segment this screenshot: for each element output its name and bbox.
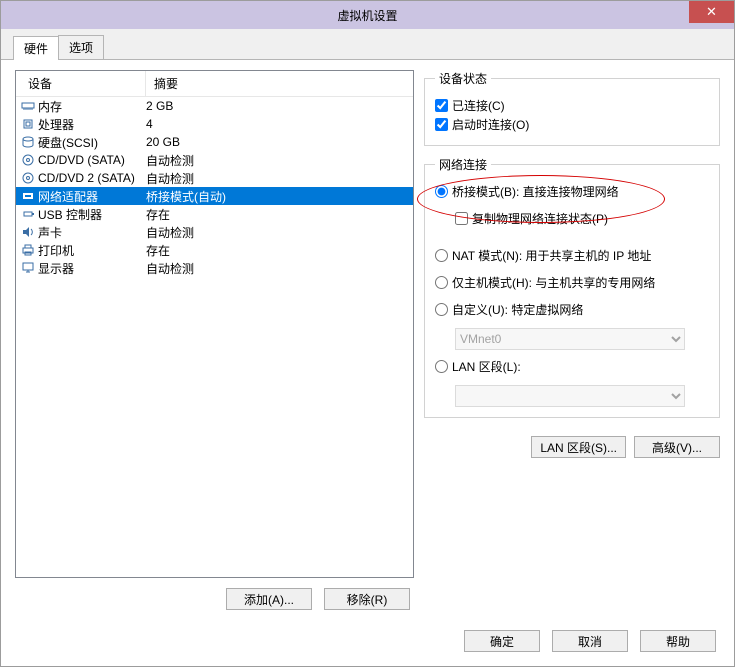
add-button[interactable]: 添加(A)... xyxy=(226,588,312,610)
device-row[interactable]: 处理器 4 xyxy=(16,115,413,133)
connect-at-poweron-checkbox[interactable] xyxy=(435,118,448,131)
device-row[interactable]: 内存 2 GB xyxy=(16,97,413,115)
custom-radio[interactable] xyxy=(435,303,448,316)
footer: 确定 取消 帮助 xyxy=(1,620,734,666)
device-summary: 20 GB xyxy=(146,135,413,149)
device-name: 硬盘(SCSI) xyxy=(36,134,98,151)
disk-icon xyxy=(16,135,36,149)
device-summary: 2 GB xyxy=(146,99,413,113)
hostonly-radio[interactable] xyxy=(435,276,448,289)
lansegment-select[interactable] xyxy=(455,385,685,407)
help-button[interactable]: 帮助 xyxy=(640,630,716,652)
cd-icon xyxy=(16,153,36,167)
nat-radio[interactable] xyxy=(435,249,448,262)
usb-icon xyxy=(16,207,36,221)
device-status-group: 设备状态 已连接(C) 启动时连接(O) xyxy=(424,70,720,146)
left-panel: 设备 摘要 内存 2 GB 处理器 4 硬盘(SCSI) 20 GB CD/DV… xyxy=(15,70,414,610)
device-name: USB 控制器 xyxy=(36,206,102,223)
display-icon xyxy=(16,261,36,275)
nat-label[interactable]: NAT 模式(N): 用于共享主机的 IP 地址 xyxy=(452,247,651,264)
close-icon: ✕ xyxy=(706,4,717,20)
bridged-radio[interactable] xyxy=(435,185,448,198)
lan-segments-button[interactable]: LAN 区段(S)... xyxy=(531,436,626,458)
device-name: CD/DVD 2 (SATA) xyxy=(36,171,135,185)
device-summary: 自动检测 xyxy=(146,170,413,187)
device-row[interactable]: 硬盘(SCSI) 20 GB xyxy=(16,133,413,151)
connect-at-poweron-label[interactable]: 启动时连接(O) xyxy=(452,116,529,133)
printer-icon xyxy=(16,243,36,257)
ok-button[interactable]: 确定 xyxy=(464,630,540,652)
window-title: 虚拟机设置 xyxy=(337,7,397,24)
device-summary: 自动检测 xyxy=(146,260,413,277)
device-name: 显示器 xyxy=(36,260,74,277)
device-name: 处理器 xyxy=(36,116,74,133)
device-summary: 桥接模式(自动) xyxy=(146,188,413,205)
memory-icon xyxy=(16,99,36,113)
left-button-row: 添加(A)... 移除(R) xyxy=(15,578,414,610)
hostonly-label[interactable]: 仅主机模式(H): 与主机共享的专用网络 xyxy=(452,274,655,291)
remove-button[interactable]: 移除(R) xyxy=(324,588,410,610)
device-name: CD/DVD (SATA) xyxy=(36,153,125,167)
device-summary: 4 xyxy=(146,117,413,131)
lansegment-radio[interactable] xyxy=(435,360,448,373)
device-row[interactable]: 声卡 自动检测 xyxy=(16,223,413,241)
vm-settings-window: 虚拟机设置 ✕ 硬件 选项 设备 摘要 内存 2 GB 处理器 4 xyxy=(0,0,735,667)
list-header: 设备 摘要 xyxy=(16,71,413,97)
sound-icon xyxy=(16,225,36,239)
tab-hardware[interactable]: 硬件 xyxy=(13,36,59,60)
custom-label[interactable]: 自定义(U): 特定虚拟网络 xyxy=(452,301,583,318)
connected-label[interactable]: 已连接(C) xyxy=(452,97,505,114)
device-row[interactable]: 网络适配器 桥接模式(自动) xyxy=(16,187,413,205)
right-panel: 设备状态 已连接(C) 启动时连接(O) 网络连接 桥接模式(B): 直接连接物… xyxy=(424,70,720,610)
network-connection-legend: 网络连接 xyxy=(435,156,491,173)
device-name: 网络适配器 xyxy=(36,188,98,205)
col-header-device[interactable]: 设备 xyxy=(16,71,146,96)
right-button-row: LAN 区段(S)... 高级(V)... xyxy=(424,436,720,458)
device-row[interactable]: CD/DVD 2 (SATA) 自动检测 xyxy=(16,169,413,187)
tab-options[interactable]: 选项 xyxy=(58,35,104,59)
advanced-button[interactable]: 高级(V)... xyxy=(634,436,720,458)
content-area: 设备 摘要 内存 2 GB 处理器 4 硬盘(SCSI) 20 GB CD/DV… xyxy=(1,60,734,620)
device-row[interactable]: CD/DVD (SATA) 自动检测 xyxy=(16,151,413,169)
replicate-checkbox[interactable] xyxy=(455,212,468,225)
device-name: 打印机 xyxy=(36,242,74,259)
device-summary: 自动检测 xyxy=(146,152,413,169)
network-icon xyxy=(16,189,36,203)
device-row[interactable]: 显示器 自动检测 xyxy=(16,259,413,277)
col-header-summary[interactable]: 摘要 xyxy=(146,71,413,96)
device-row[interactable]: 打印机 存在 xyxy=(16,241,413,259)
device-list[interactable]: 设备 摘要 内存 2 GB 处理器 4 硬盘(SCSI) 20 GB CD/DV… xyxy=(15,70,414,578)
tab-bar: 硬件 选项 xyxy=(1,29,734,60)
device-status-legend: 设备状态 xyxy=(435,70,491,87)
connected-checkbox[interactable] xyxy=(435,99,448,112)
network-connection-group: 网络连接 桥接模式(B): 直接连接物理网络 复制物理网络连接状态(P) NAT xyxy=(424,156,720,418)
device-name: 声卡 xyxy=(36,224,62,241)
close-button[interactable]: ✕ xyxy=(689,1,734,23)
custom-vmnet-select[interactable]: VMnet0 xyxy=(455,328,685,350)
titlebar: 虚拟机设置 ✕ xyxy=(1,1,734,29)
cd-icon xyxy=(16,171,36,185)
cpu-icon xyxy=(16,117,36,131)
device-summary: 自动检测 xyxy=(146,224,413,241)
replicate-label[interactable]: 复制物理网络连接状态(P) xyxy=(472,210,608,227)
device-name: 内存 xyxy=(36,98,62,115)
device-row[interactable]: USB 控制器 存在 xyxy=(16,205,413,223)
bridged-label[interactable]: 桥接模式(B): 直接连接物理网络 xyxy=(452,183,619,200)
lansegment-label[interactable]: LAN 区段(L): xyxy=(452,358,521,375)
cancel-button[interactable]: 取消 xyxy=(552,630,628,652)
device-summary: 存在 xyxy=(146,242,413,259)
device-summary: 存在 xyxy=(146,206,413,223)
